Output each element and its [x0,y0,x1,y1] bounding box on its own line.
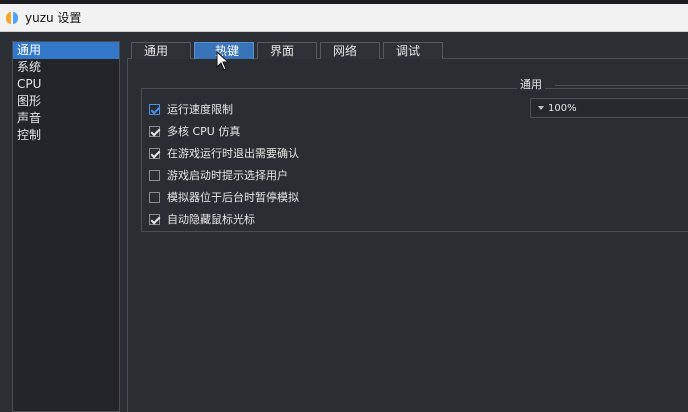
settings-sidebar: 通用 系统 CPU 图形 声音 控制 [12,41,120,412]
sidebar-item-audio[interactable]: 声音 [13,110,119,127]
option-label: 游戏启动时提示选择用户 [167,169,288,182]
tab-debug[interactable]: 调试 [383,42,443,59]
checkbox[interactable] [149,213,160,225]
yuzu-logo-icon [5,11,19,25]
sidebar-item-general[interactable]: 通用 [13,42,119,59]
tab-network[interactable]: 网络 [320,42,380,59]
option-pause-in-background[interactable]: 模拟器位于后台时暂停模拟 [149,186,299,208]
option-label: 自动隐藏鼠标光标 [167,213,255,226]
checkbox[interactable] [149,103,160,115]
mouse-cursor-icon [216,51,230,71]
title-bar: yuzu 设置 [0,4,688,32]
option-label: 模拟器位于后台时暂停模拟 [167,191,299,204]
sidebar-item-system[interactable]: 系统 [13,59,119,76]
option-label: 在游戏运行时退出需要确认 [167,147,299,160]
group-title: 通用 [517,76,545,92]
checkbox[interactable] [149,191,160,203]
window-title: yuzu 设置 [25,11,82,25]
sidebar-item-cpu[interactable]: CPU [13,76,119,93]
options-list: 运行速度限制 多核 CPU 仿真 在游戏运行时退出需要确认 游戏启动时提示选择用… [149,98,299,230]
tab-bar: 通用 热键 界面 网络 调试 [131,42,446,59]
option-hide-mouse-cursor[interactable]: 自动隐藏鼠标光标 [149,208,299,230]
speed-limit-value: 100% [548,102,577,114]
group-title-rule [555,85,688,86]
sidebar-item-graphics[interactable]: 图形 [13,93,119,110]
checkbox[interactable] [149,125,160,137]
option-label: 多核 CPU 仿真 [167,125,241,138]
tab-interface[interactable]: 界面 [257,42,317,59]
chevron-down-icon [538,106,544,110]
option-speed-limit[interactable]: 运行速度限制 [149,98,299,120]
option-label: 运行速度限制 [167,103,233,116]
checkbox[interactable] [149,147,160,159]
speed-limit-dropdown[interactable]: 100% [530,98,688,118]
option-confirm-exit[interactable]: 在游戏运行时退出需要确认 [149,142,299,164]
option-select-user-on-boot[interactable]: 游戏启动时提示选择用户 [149,164,299,186]
option-multicore-cpu[interactable]: 多核 CPU 仿真 [149,120,299,142]
sidebar-item-controls[interactable]: 控制 [13,127,119,144]
tab-general[interactable]: 通用 [131,42,191,59]
checkbox[interactable] [149,169,160,181]
